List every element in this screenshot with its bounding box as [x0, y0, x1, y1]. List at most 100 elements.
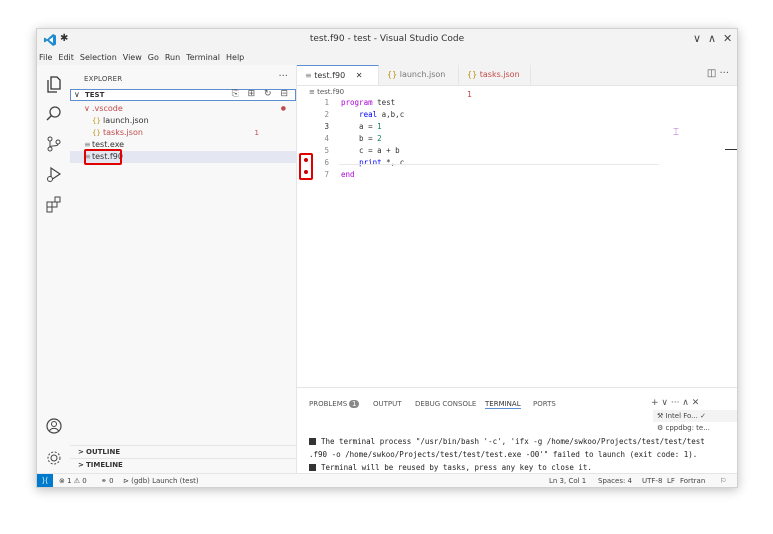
json-icon: {}	[92, 129, 101, 137]
title-bar: ✱ test.f90 - test - Visual Studio Code ∨…	[37, 29, 737, 51]
menu-view[interactable]: View	[123, 51, 142, 65]
window-title: test.f90 - test - Visual Studio Code	[309, 34, 465, 44]
modified-dot-icon: ●	[280, 105, 286, 112]
scroll-marker	[725, 149, 737, 150]
code-text: print *, c	[359, 158, 405, 167]
outline-section[interactable]: > OUTLINE	[70, 445, 296, 458]
tab-debug-console[interactable]: DEBUG CONSOLE	[415, 400, 476, 408]
indentation[interactable]: Spaces: 4	[598, 474, 632, 487]
tab-launch-json[interactable]: {} launch.json	[379, 65, 459, 85]
highlight-box-breakpoints	[299, 153, 313, 180]
problems-count-badge: 1	[349, 400, 360, 408]
tab-output[interactable]: OUTPUT	[373, 400, 402, 408]
code-line[interactable]: 6 print *, c	[297, 157, 737, 169]
menu-file[interactable]: File	[39, 51, 52, 65]
tree-item-tasks-json[interactable]: {} tasks.json 1	[70, 127, 296, 139]
terminal-line: .f90 -o /home/swkoo/Projects/test/test/t…	[309, 450, 698, 459]
account-icon[interactable]	[45, 417, 63, 435]
code-line[interactable]: 7 end	[297, 169, 737, 181]
chevron-right-icon: >	[78, 448, 84, 456]
code-text: a = 1	[341, 122, 382, 131]
chevron-down-icon: ∨	[74, 90, 80, 99]
terminal-list: ⚒ Intel Fo... ✓ ⚙ cppdbg: te...	[653, 410, 737, 434]
menu-selection[interactable]: Selection	[80, 51, 117, 65]
maximize-button[interactable]: ∧	[708, 32, 716, 45]
editor-tabs: ≡ test.f90 ✕ {} launch.json {} tasks.jso…	[297, 65, 737, 99]
menu-edit[interactable]: Edit	[58, 51, 74, 65]
explorer-title: EXPLORER	[84, 75, 123, 83]
explorer-more-actions-icon[interactable]: ···	[278, 71, 288, 82]
code-text: c = a + b	[341, 146, 400, 155]
minimize-button[interactable]: ∨	[693, 32, 701, 45]
menu-bar: File Edit Selection View Go Run Terminal Help	[37, 51, 737, 65]
json-icon: {}	[92, 117, 101, 125]
menu-help[interactable]: Help	[226, 51, 244, 65]
tools-icon: ⚒	[657, 412, 666, 420]
folder-actions-icons[interactable]: ⎘ ⊞ ↻ ⊟	[232, 89, 291, 99]
line-number: 4	[324, 134, 329, 143]
tree-item-label: .vscode	[92, 104, 123, 113]
code-line[interactable]: 2 real a,b,c	[297, 109, 737, 121]
breadcrumb[interactable]: ≡ test.f90	[309, 88, 344, 96]
menu-go[interactable]: Go	[148, 51, 159, 65]
highlight-box-test-f90	[84, 149, 122, 165]
code-line[interactable]: 5 c = a + b	[297, 145, 737, 157]
encoding[interactable]: UTF-8	[642, 474, 662, 487]
terminal-line: The terminal process "/usr/bin/bash '-c'…	[309, 437, 705, 446]
menu-terminal[interactable]: Terminal	[186, 51, 220, 65]
debug-launch-status[interactable]: ⊳ (gdb) Launch (test)	[123, 474, 199, 487]
timeline-label: TIMELINE	[86, 461, 123, 469]
tab-ports[interactable]: PORTS	[533, 400, 556, 408]
source-control-icon[interactable]	[45, 135, 63, 153]
code-text: real a,b,c	[359, 110, 405, 119]
problems-status[interactable]: ⊗ 1 ⚠ 0	[59, 474, 87, 487]
close-window-button[interactable]: ✕	[723, 32, 732, 45]
tree-item-vscode[interactable]: ∨ .vscode ●	[70, 103, 296, 115]
copilot-cursor-icon: ⌶	[673, 127, 679, 138]
split-editor-and-more-icons[interactable]: ◫ ···	[707, 68, 729, 79]
settings-gear-icon[interactable]	[45, 449, 63, 467]
tree-item-label: launch.json	[103, 116, 149, 125]
folder-name: TEST	[85, 91, 105, 99]
tree-item-label: tasks.json	[103, 128, 143, 137]
problem-count-badge: 1	[254, 129, 259, 137]
code-text: b = 2	[341, 134, 382, 143]
status-bar: ⟩⟨ ⊗ 1 ⚠ 0 ⚭ 0 ⊳ (gdb) Launch (test) Ln …	[37, 473, 737, 487]
menu-run[interactable]: Run	[165, 51, 180, 65]
timeline-section[interactable]: > TIMELINE	[70, 458, 296, 471]
explorer-sidebar: EXPLORER ··· ∨ TEST ⎘ ⊞ ↻ ⊟ ∨ .vscode ● …	[70, 65, 297, 475]
ports-status[interactable]: ⚭ 0	[101, 474, 114, 487]
activity-bar	[37, 65, 71, 475]
bottom-panel: PROBLEMS 1 OUTPUT DEBUG CONSOLE TERMINAL…	[297, 387, 737, 476]
terminal-marker-icon	[309, 464, 316, 471]
notifications-icon[interactable]: ⚐	[720, 474, 726, 487]
extensions-icon[interactable]	[45, 195, 63, 213]
remote-indicator-icon[interactable]: ⟩⟨	[37, 474, 53, 487]
file-icon: ≡	[305, 71, 312, 80]
code-text: program test	[341, 98, 396, 107]
tab-problems[interactable]: PROBLEMS	[309, 400, 347, 408]
terminal-item-intel[interactable]: ⚒ Intel Fo... ✓	[653, 410, 737, 422]
language-mode[interactable]: Fortran	[680, 474, 705, 487]
terminal-marker-icon	[309, 438, 316, 445]
search-icon[interactable]	[45, 105, 63, 123]
debug-icon: ⚙	[657, 424, 666, 432]
tab-tasks-json[interactable]: {} tasks.json 1	[459, 65, 531, 99]
tab-terminal[interactable]: TERMINAL	[485, 400, 521, 409]
tree-item-launch-json[interactable]: {} launch.json	[70, 115, 296, 127]
terminal-item-cppdbg[interactable]: ⚙ cppdbg: te...	[653, 422, 737, 434]
run-debug-icon[interactable]	[45, 165, 63, 183]
vscode-window: ✱ test.f90 - test - Visual Studio Code ∨…	[36, 28, 738, 488]
code-line[interactable]: 1 program test	[297, 97, 737, 109]
code-text: end	[341, 170, 355, 179]
code-line[interactable]: 4 b = 2	[297, 133, 737, 145]
line-ending[interactable]: LF	[667, 474, 675, 487]
files-icon[interactable]	[45, 75, 63, 93]
cursor-position[interactable]: Ln 3, Col 1	[549, 474, 586, 487]
tab-test-f90[interactable]: ≡ test.f90 ✕	[297, 65, 379, 85]
close-tab-icon[interactable]: ✕	[356, 71, 363, 80]
folder-header-test[interactable]: ∨ TEST ⎘ ⊞ ↻ ⊟	[70, 89, 296, 101]
panel-actions-icons[interactable]: + ∨ ··· ∧ ✕	[651, 398, 699, 408]
json-icon: {}	[467, 70, 478, 79]
code-line[interactable]: 3 a = 1	[297, 121, 737, 133]
